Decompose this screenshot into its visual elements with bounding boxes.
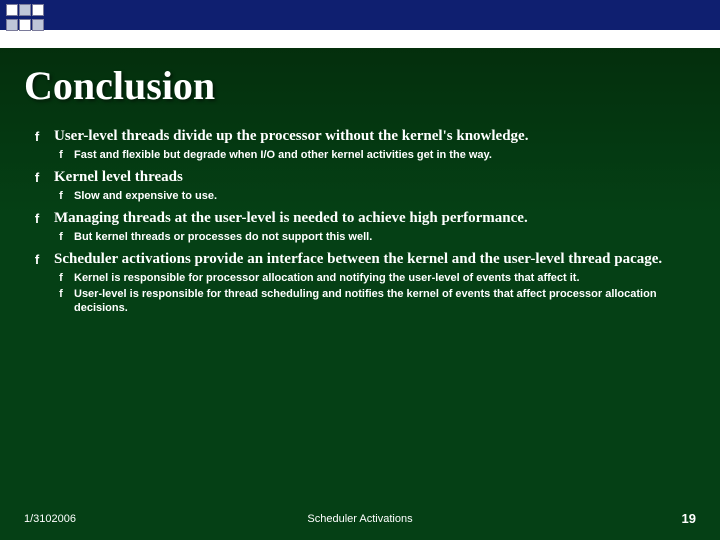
bullet-text: User-level threads divide up the process…: [54, 128, 528, 144]
footer-title: Scheduler Activations: [307, 513, 412, 525]
bullet-icon: f: [54, 230, 68, 244]
bullet-text: Managing threads at the user-level is ne…: [54, 210, 528, 226]
subbullet-text: Fast and flexible but degrade when I/O a…: [74, 149, 492, 161]
bullet-text: Kernel level threads: [54, 169, 183, 185]
subbullet-text: User-level is responsible for thread sch…: [74, 288, 657, 314]
deco-square: [6, 4, 18, 16]
subbullet-item: f Kernel is responsible for processor al…: [54, 271, 690, 285]
bullet-icon: f: [30, 170, 44, 186]
bullet-item-3: f Managing threads at the user-level is …: [30, 209, 690, 244]
title-bar: [0, 0, 720, 30]
bullet-icon: f: [54, 189, 68, 203]
footer-page-number: 19: [682, 511, 696, 526]
deco-square: [19, 19, 31, 31]
subbullet-text: Kernel is responsible for processor allo…: [74, 272, 580, 284]
bullet-icon: f: [30, 129, 44, 145]
bullet-item-2: f Kernel level threads f Slow and expens…: [30, 168, 690, 203]
slide-title: Conclusion: [24, 62, 720, 109]
deco-square: [32, 4, 44, 16]
footer-date: 1/3102006: [24, 513, 76, 525]
slide-footer: 1/3102006 Scheduler Activations 19: [0, 511, 720, 526]
deco-square: [19, 4, 31, 16]
bullet-icon: f: [30, 211, 44, 227]
decoration-squares: [6, 4, 42, 31]
subbullet-text: But kernel threads or processes do not s…: [74, 231, 372, 243]
deco-square: [6, 19, 18, 31]
subbullet-item: f But kernel threads or processes do not…: [54, 230, 690, 244]
slide-content: f User-level threads divide up the proce…: [30, 127, 690, 316]
subbullet-item: f Slow and expensive to use.: [54, 189, 690, 203]
subbullet-item: f Fast and flexible but degrade when I/O…: [54, 148, 690, 162]
deco-square: [32, 19, 44, 31]
bullet-icon: f: [54, 148, 68, 162]
bullet-icon: f: [54, 271, 68, 285]
bullet-item-4: f Scheduler activations provide an inter…: [30, 250, 690, 316]
bullet-text: Scheduler activations provide an interfa…: [54, 251, 662, 267]
white-band: [0, 30, 720, 48]
bullet-icon: f: [54, 287, 68, 301]
subbullet-text: Slow and expensive to use.: [74, 190, 217, 202]
subbullet-item: f User-level is responsible for thread s…: [54, 287, 690, 316]
bullet-item-1: f User-level threads divide up the proce…: [30, 127, 690, 162]
bullet-icon: f: [30, 252, 44, 268]
